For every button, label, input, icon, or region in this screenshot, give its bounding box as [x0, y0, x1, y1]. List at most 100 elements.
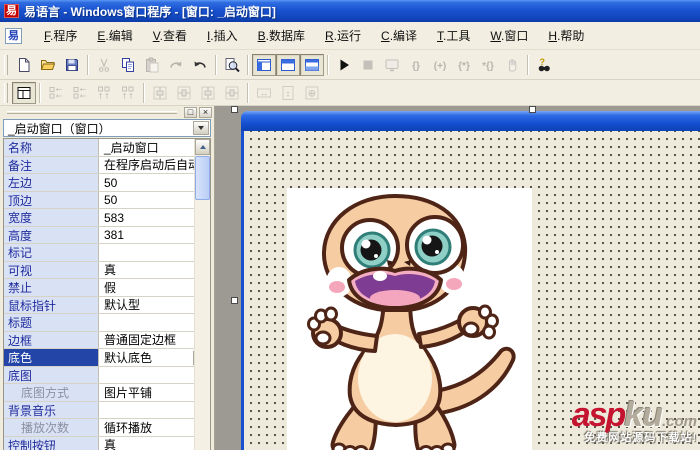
picture-control[interactable] [287, 188, 532, 450]
menu-item-help[interactable]: H.帮助 [538, 24, 594, 47]
insert-constant-button [476, 54, 500, 76]
property-label[interactable]: 可视 [4, 261, 99, 278]
property-label[interactable]: 标记 [4, 244, 99, 261]
copy-button[interactable] [116, 54, 140, 76]
arrow-up-icon [199, 145, 206, 149]
toolbar-grip[interactable] [4, 82, 8, 103]
component-selector[interactable]: _启动窗口（窗口） [3, 119, 211, 137]
property-label[interactable]: 控制按钮 [4, 436, 99, 450]
menu-item-program[interactable]: F.程序 [34, 24, 87, 47]
main-toolbar [0, 50, 700, 80]
find-help-button[interactable] [532, 54, 556, 76]
property-row-mouse-pointer[interactable]: 鼠标指针 默认型 [4, 296, 210, 314]
designed-form-window[interactable]: aspku.com 免费网站源码下载站! [241, 111, 700, 450]
property-row-name[interactable]: 名称 _启动窗口 [4, 139, 210, 157]
open-file-button[interactable] [36, 54, 60, 76]
menu-item-tools[interactable]: T.工具 [427, 24, 480, 47]
run-program-button[interactable] [332, 54, 356, 76]
cut-icon [96, 57, 112, 73]
property-row-height[interactable]: 高度 381 [4, 226, 210, 244]
window-title: 易语言 - Windows窗口程序 - [窗口: _启动窗口] [24, 4, 276, 19]
document-menu-icon[interactable]: 易 [5, 27, 22, 44]
property-row-left[interactable]: 左边 50 [4, 174, 210, 192]
component-selector-dropdown-button[interactable] [193, 121, 209, 135]
property-label[interactable]: 底色 [4, 349, 99, 366]
property-grid-scrollbar[interactable] [194, 139, 210, 450]
layout-toolbar [0, 80, 700, 106]
scroll-up-button[interactable] [195, 139, 210, 155]
chevron-down-icon [198, 126, 204, 130]
panel-close-icon[interactable]: × [199, 107, 212, 118]
property-label[interactable]: 备注 [4, 156, 99, 173]
form-resize-handle-top-center[interactable] [529, 106, 536, 113]
form-resize-handle-top-left[interactable] [231, 106, 238, 113]
align-bottom-edges-button [116, 82, 140, 104]
menu-item-edit[interactable]: E.编辑 [87, 24, 142, 47]
property-row-back-image-mode[interactable]: 底图方式 图片平铺 [4, 384, 210, 402]
undo-icon [192, 57, 208, 73]
align-middle-icon [200, 85, 216, 101]
property-row-control-buttons[interactable]: 控制按钮真 [4, 436, 210, 450]
property-row-note[interactable]: 备注 在程序启动后自动 [4, 156, 210, 174]
center-horizontal-button [148, 82, 172, 104]
menu-item-database[interactable]: B.数据库 [248, 24, 315, 47]
property-row-visible[interactable]: 可视真 [4, 261, 210, 279]
menu-item-window[interactable]: W.窗口 [480, 24, 538, 47]
property-label[interactable]: 底图 [4, 366, 99, 383]
property-label[interactable]: 高度 [4, 226, 99, 243]
insert-global-icon [456, 57, 472, 73]
view-left-pane-button[interactable] [252, 53, 276, 76]
menu-item-view[interactable]: V.查看 [143, 24, 197, 47]
menu-item-run[interactable]: R.运行 [315, 24, 371, 47]
property-row-width[interactable]: 宽度 583 [4, 209, 210, 227]
same-size-icon [304, 85, 320, 101]
panel-restore-icon[interactable]: □ [184, 107, 197, 118]
property-label[interactable]: 左边 [4, 174, 99, 191]
scrollbar-thumb[interactable] [195, 156, 210, 200]
property-label[interactable]: 名称 [4, 139, 99, 156]
align-centers-button [220, 82, 244, 104]
property-label[interactable]: 禁止 [4, 279, 99, 296]
view-top-pane-button[interactable] [276, 53, 300, 76]
property-label[interactable]: 背景音乐 [4, 401, 99, 418]
panel-grip[interactable] [7, 111, 177, 114]
property-label[interactable]: 鼠标指针 [4, 296, 99, 313]
property-label[interactable]: 底图方式 [4, 384, 99, 401]
insert-subroutine-button [404, 54, 428, 76]
menu-item-insert[interactable]: I.插入 [197, 24, 248, 47]
property-row-border[interactable]: 边框 普通固定边框 [4, 331, 210, 349]
toolbar-grip[interactable] [4, 54, 8, 75]
property-row-back-color[interactable]: 底色 默认底色 [4, 349, 210, 367]
property-row-back-image[interactable]: 底图 [4, 366, 210, 384]
menu-item-compile[interactable]: C.编译 [371, 24, 427, 47]
property-label[interactable]: 宽度 [4, 209, 99, 226]
designed-form-body[interactable]: aspku.com 免费网站源码下载站! [241, 131, 700, 450]
property-row-play-count[interactable]: 播放次数 循环播放 [4, 419, 210, 437]
undo-button[interactable] [188, 54, 212, 76]
property-label[interactable]: 标题 [4, 314, 99, 331]
window-titlebar[interactable]: 易 易语言 - Windows窗口程序 - [窗口: _启动窗口] [0, 0, 700, 22]
align-right-icon [72, 85, 88, 101]
property-row-top[interactable]: 顶边 50 [4, 191, 210, 209]
find-button[interactable] [220, 54, 244, 76]
property-grid: 名称 _启动窗口 备注 在程序启动后自动 左边 50 顶边 50 宽度 583 高度 381 标记 可视真… [3, 138, 211, 450]
save-button[interactable] [60, 54, 84, 76]
property-row-tag[interactable]: 标记 [4, 244, 210, 262]
property-label[interactable]: 边框 [4, 331, 99, 348]
property-row-disabled[interactable]: 禁止假 [4, 279, 210, 297]
property-row-title[interactable]: 标题 [4, 314, 210, 332]
form-designer-canvas[interactable]: aspku.com 免费网站源码下载站! [215, 106, 700, 450]
form-resize-handle-middle-left[interactable] [231, 297, 238, 304]
split-pane-icon [304, 57, 320, 73]
property-value-text: 假 [104, 280, 117, 295]
property-row-background-music[interactable]: 背景音乐 [4, 401, 210, 419]
new-file-button[interactable] [12, 54, 36, 76]
property-label[interactable]: 播放次数 [4, 419, 99, 436]
form-designer-button[interactable] [12, 81, 36, 104]
form-designer-icon [16, 85, 32, 101]
designed-form-titlebar[interactable] [241, 111, 700, 131]
property-label[interactable]: 顶边 [4, 191, 99, 208]
run-icon [336, 57, 352, 73]
main-area: □ × _启动窗口（窗口） 名称 _启动窗口 备注 在程序启动后自动 左边 50 顶边 50 宽… [0, 106, 700, 450]
view-split-pane-button[interactable] [300, 53, 324, 76]
